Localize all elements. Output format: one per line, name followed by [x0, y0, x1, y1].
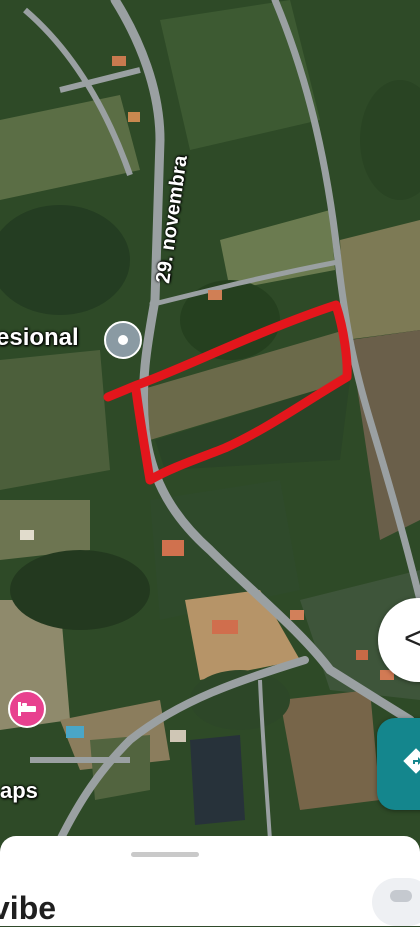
- satellite-imagery: [0, 0, 420, 850]
- directions-icon: [403, 748, 420, 774]
- hotel-icon[interactable]: [8, 690, 46, 728]
- bottom-sheet[interactable]: vibe: [0, 836, 420, 926]
- satellite-map[interactable]: 29. novembra esional aps <: [0, 0, 420, 850]
- sheet-action-icon: [390, 890, 412, 902]
- place-pin-icon[interactable]: [104, 321, 142, 359]
- directions-button[interactable]: [377, 718, 420, 810]
- pin-dot: [118, 335, 128, 345]
- place-title: vibe: [0, 890, 57, 926]
- place-label[interactable]: esional: [0, 324, 79, 352]
- bed-icon: [18, 702, 36, 716]
- drag-handle[interactable]: [131, 852, 199, 857]
- chevron-left-icon: <: [404, 620, 420, 656]
- hotel-label[interactable]: aps: [0, 778, 38, 804]
- sheet-action-button[interactable]: [372, 878, 420, 926]
